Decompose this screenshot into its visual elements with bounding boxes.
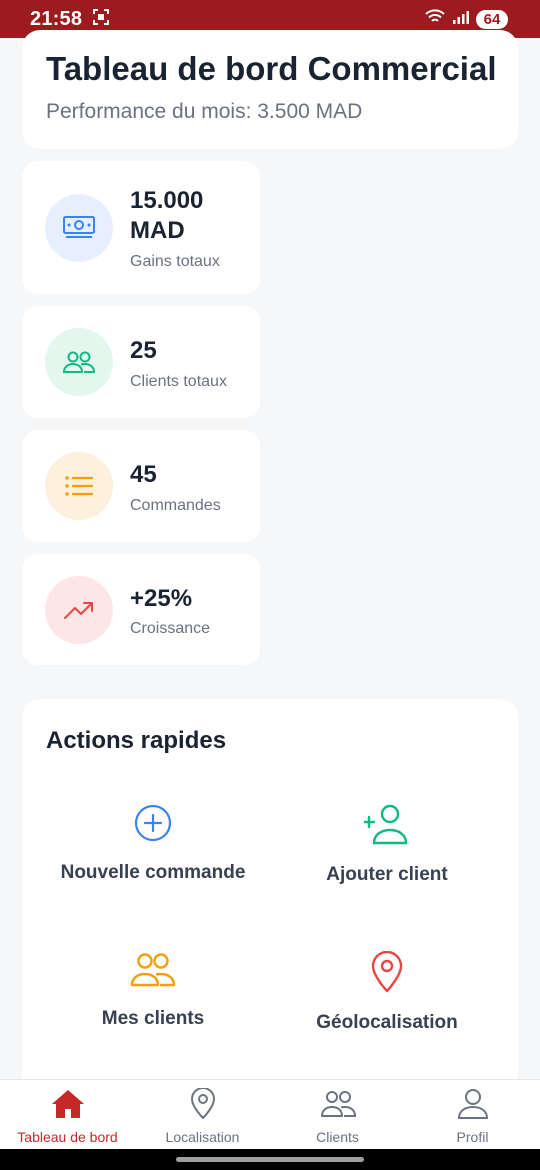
nav-item-profile[interactable]: Profil [405, 1080, 540, 1149]
header-card: Tableau de bord Commercial Performance d… [22, 30, 518, 149]
nav-item-dashboard[interactable]: Tableau de bord [0, 1080, 135, 1149]
bottom-navigation: Tableau de bord Localisation Clients Pro… [0, 1079, 540, 1149]
quick-actions-card: Actions rapides Nouvelle commande Ajoute… [22, 699, 518, 1099]
wifi-icon [424, 8, 446, 30]
action-label: Mes clients [101, 1008, 205, 1029]
map-pin-icon [370, 950, 404, 998]
battery-icon: 64 [476, 9, 508, 29]
geolocation-button[interactable]: Géolocalisation [263, 950, 511, 1071]
stat-label: Commandes [130, 497, 221, 514]
money-icon [45, 194, 113, 262]
user-plus-icon [362, 803, 410, 850]
nav-label: Profil [456, 1129, 489, 1145]
signal-icon [452, 9, 470, 30]
home-icon [50, 1088, 86, 1125]
nav-label: Tableau de bord [17, 1129, 118, 1145]
nav-item-location[interactable]: Localisation [135, 1080, 270, 1149]
new-order-button[interactable]: Nouvelle commande [29, 803, 277, 923]
users-icon [130, 951, 176, 994]
user-icon [457, 1088, 489, 1125]
stat-card-earnings[interactable]: 15.000 MAD Gains totaux [22, 161, 260, 294]
plus-circle-icon [133, 803, 173, 848]
gesture-bar [0, 1149, 540, 1170]
stat-card-clients[interactable]: 25 Clients totaux [22, 306, 260, 418]
users-icon [45, 328, 113, 396]
page-title: Tableau de bord Commercial [46, 50, 497, 87]
stat-card-growth[interactable]: +25% Croissance [22, 554, 260, 665]
trending-up-icon [45, 576, 113, 644]
my-clients-button[interactable]: Mes clients [29, 951, 277, 1071]
quick-actions-title: Actions rapides [46, 727, 227, 754]
stat-value: 25 [130, 337, 157, 364]
action-label: Ajouter client [326, 864, 448, 885]
add-client-button[interactable]: Ajouter client [263, 803, 511, 923]
action-label: Géolocalisation [316, 1012, 458, 1033]
users-icon [320, 1088, 356, 1125]
stat-card-orders[interactable]: 45 Commandes [22, 430, 260, 542]
stat-value: 45 [130, 461, 157, 488]
nav-item-clients[interactable]: Clients [270, 1080, 405, 1149]
stat-label: Clients totaux [130, 373, 227, 390]
home-indicator[interactable] [176, 1157, 364, 1162]
stat-value: 15.000 MAD [130, 187, 204, 244]
stat-label: Croissance [130, 620, 211, 637]
screenshot-icon [92, 8, 110, 31]
action-label: Nouvelle commande [60, 862, 246, 883]
page-subtitle: Performance du mois: 3.500 MAD [46, 100, 363, 123]
stat-label: Gains totaux [130, 253, 220, 270]
nav-label: Localisation [165, 1129, 240, 1145]
list-icon [45, 452, 113, 520]
stat-value: +25% [130, 585, 193, 612]
nav-label: Clients [316, 1129, 359, 1145]
status-time: 21:58 [30, 7, 83, 30]
map-pin-icon [190, 1087, 216, 1125]
